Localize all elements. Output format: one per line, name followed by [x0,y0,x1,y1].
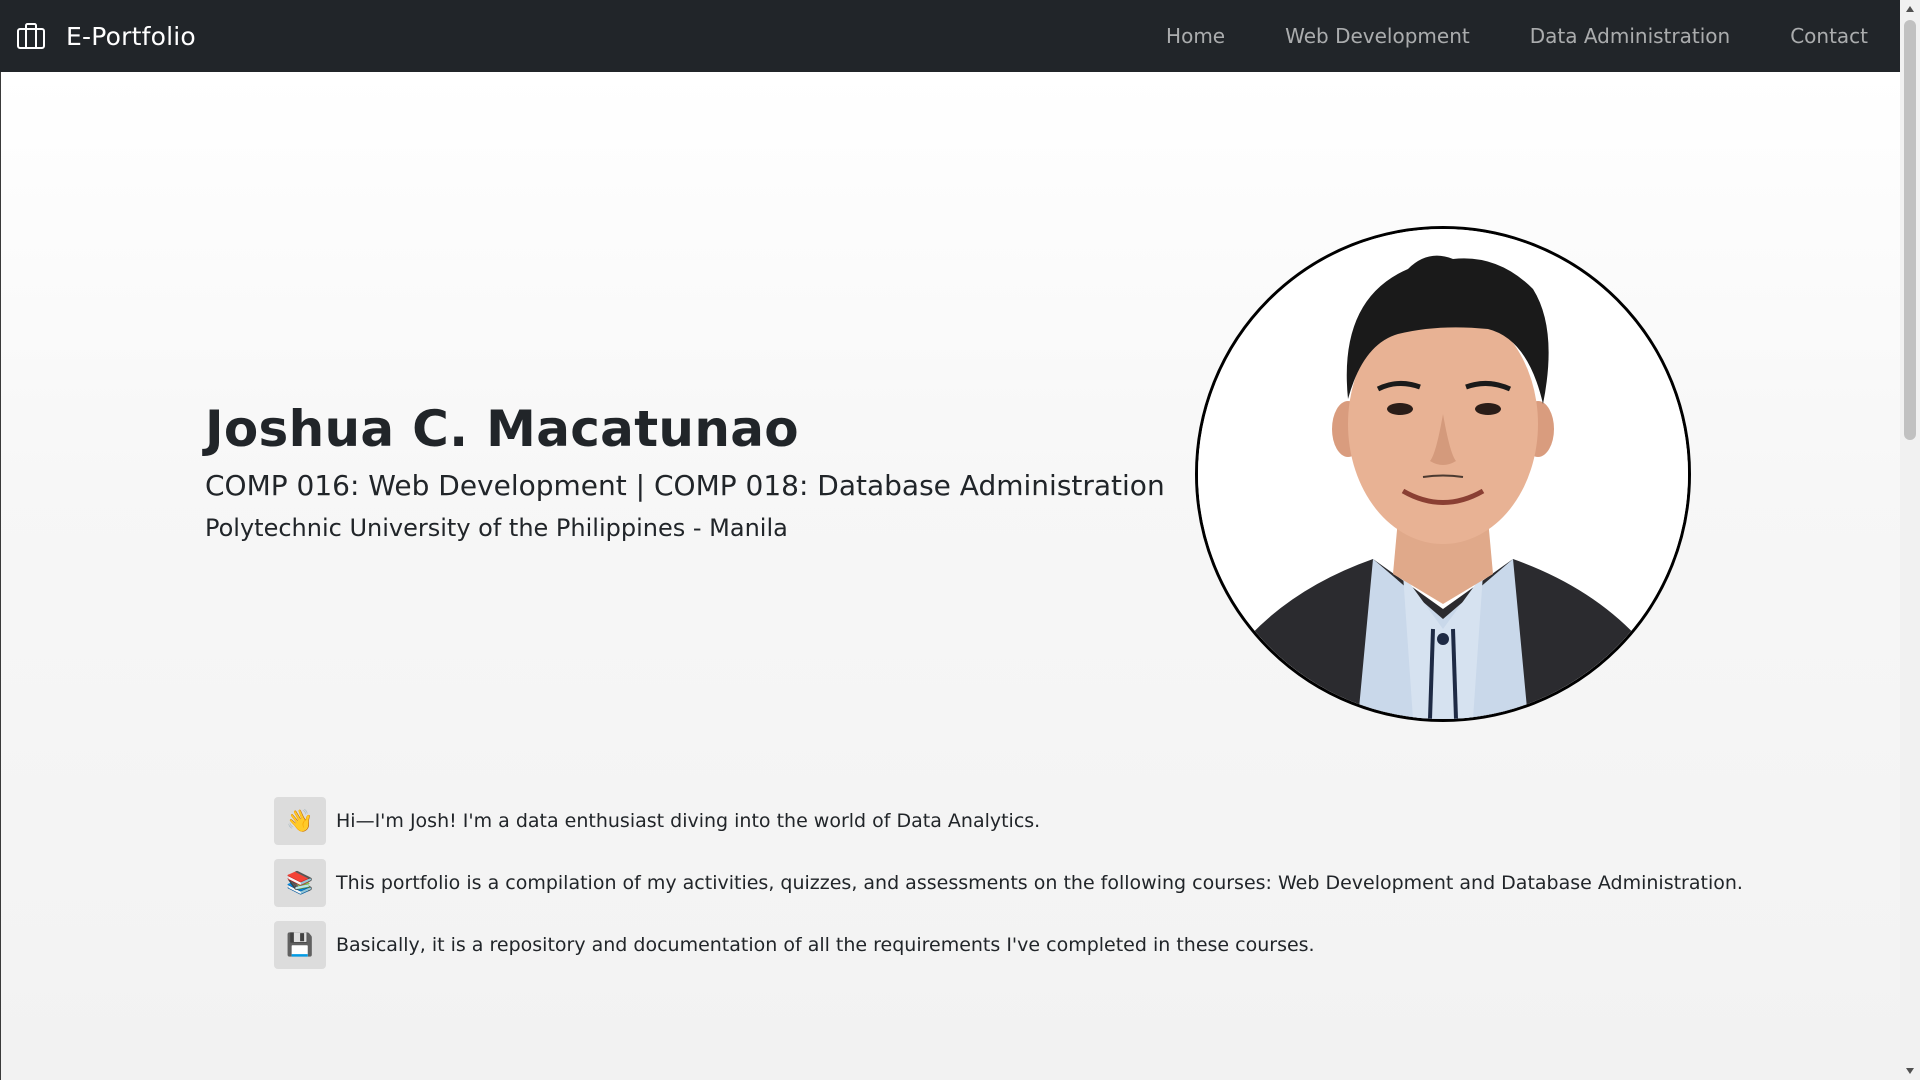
brand-title: E-Portfolio [66,21,196,51]
top-navbar: E-Portfolio Home Web Development Data Ad… [0,0,1900,72]
nav-link-contact[interactable]: Contact [1790,24,1868,48]
intro-item: 📚 This portfolio is a compilation of my … [274,858,1743,908]
hero-school: Polytechnic University of the Philippine… [205,514,788,542]
nav-link-home[interactable]: Home [1166,24,1225,48]
scrollbar-thumb[interactable] [1904,20,1916,440]
intro-item: 👋 Hi—I'm Josh! I'm a data enthusiast div… [274,796,1743,846]
vertical-scrollbar[interactable] [1900,0,1920,1080]
books-icon: 📚 [274,859,326,907]
intro-list: 👋 Hi—I'm Josh! I'm a data enthusiast div… [274,796,1743,982]
nav-link-data-administration[interactable]: Data Administration [1530,24,1730,48]
brand-link[interactable]: E-Portfolio [16,21,196,51]
waving-hand-icon: 👋 [274,797,326,845]
profile-photo [1195,226,1691,722]
browser-viewport: E-Portfolio Home Web Development Data Ad… [0,0,1920,1080]
nav-link-web-development[interactable]: Web Development [1285,24,1470,48]
hero-courses: COMP 016: Web Development | COMP 018: Da… [205,469,1165,502]
floppy-disk-icon: 💾 [274,921,326,969]
hero-name: Joshua C. Macatunao [205,400,799,458]
briefcase-icon [16,21,46,51]
intro-text: This portfolio is a compilation of my ac… [336,872,1743,894]
profile-photo-illustration [1198,229,1688,719]
intro-item: 💾 Basically, it is a repository and docu… [274,920,1743,970]
hero-section: Joshua C. Macatunao COMP 016: Web Develo… [1,72,1900,1080]
scroll-up-arrow-icon[interactable] [1900,0,1920,18]
hero-text-block: Joshua C. Macatunao COMP 016: Web Develo… [205,400,1165,543]
nav-links: Home Web Development Data Administration… [1106,0,1868,72]
intro-text: Hi—I'm Josh! I'm a data enthusiast divin… [336,810,1041,832]
scroll-down-arrow-icon[interactable] [1900,1062,1920,1080]
intro-text: Basically, it is a repository and docume… [336,934,1315,956]
